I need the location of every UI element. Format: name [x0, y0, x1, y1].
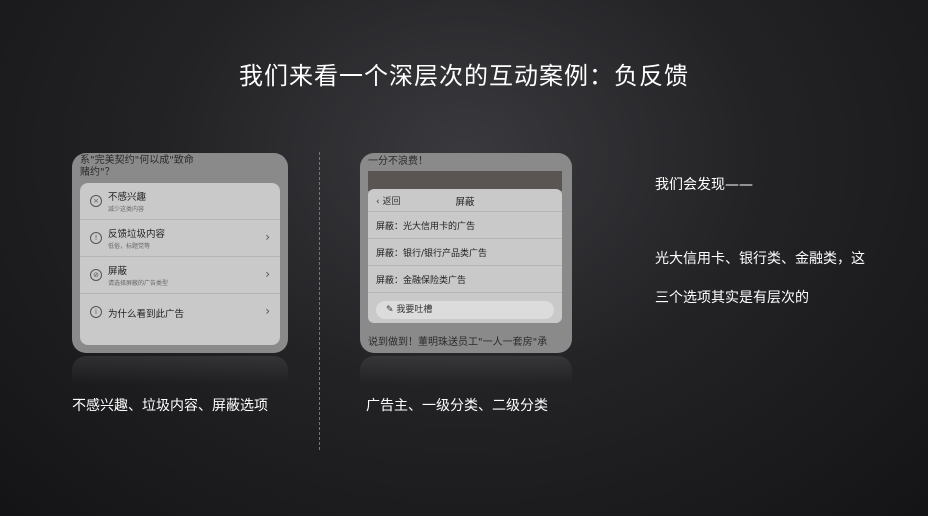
block-submenu: ‹ 返回 屏蔽 屏蔽：光大信用卡的广告 屏蔽：银行/银行产品类广告 屏蔽：金融保… — [368, 189, 562, 323]
chevron-right-icon: › — [265, 267, 270, 281]
dashed-divider — [319, 152, 320, 450]
peek-bottom-text: 说到做到！董明珠送员工"一人一套房"承 — [368, 337, 548, 348]
block-option-level1[interactable]: 屏蔽：银行/银行产品类广告 — [368, 239, 562, 266]
menu-item-label: 反馈垃圾内容 — [108, 229, 166, 240]
peek-headline-line2: 赌约"？ — [80, 167, 115, 178]
block-icon: ⊘ — [90, 269, 102, 281]
option-label: 屏蔽：光大信用卡的广告 — [376, 222, 476, 232]
side-note-line1: 我们会发现—— — [655, 177, 753, 193]
menu-item-sub: 低俗，标题党等 — [108, 243, 151, 250]
right-caption: 广告主、一级分类、二级分类 — [366, 398, 548, 414]
complain-button[interactable]: ✎ 我要吐槽 — [376, 301, 554, 319]
card-reflection — [360, 356, 572, 396]
peek-headline-line1: 系"完美契约"何以成"致命 — [80, 155, 194, 166]
block-submenu-screenshot: 一分不浪费！ ‹ 返回 屏蔽 屏蔽：光大信用卡的广告 屏蔽：银行/银行产品类广告… — [360, 153, 572, 353]
menu-item-not-interested[interactable]: × 不感兴趣 减少这类内容 — [80, 183, 280, 220]
side-note-line3: 三个选项其实是有层次的 — [655, 290, 809, 306]
negative-feedback-menu-screenshot: 系"完美契约"何以成"致命 赌约"？ × 不感兴趣 减少这类内容 ! 反馈垃圾内… — [72, 153, 288, 353]
warning-icon: ! — [90, 232, 102, 244]
card-reflection — [72, 356, 288, 396]
menu-item-sub: 减少这类内容 — [108, 206, 145, 213]
option-label: 屏蔽：银行/银行产品类广告 — [376, 249, 488, 259]
menu-item-why-ad[interactable]: i 为什么看到此广告 › — [80, 294, 280, 330]
menu-item-label: 为什么看到此广告 — [108, 309, 185, 320]
feedback-menu: × 不感兴趣 减少这类内容 ! 反馈垃圾内容 低俗，标题党等 › ⊘ 屏蔽 请选… — [80, 183, 280, 345]
block-option-level2[interactable]: 屏蔽：金融保险类广告 — [368, 266, 562, 293]
side-note-line2: 光大信用卡、银行类、金融类，这 — [655, 251, 865, 267]
chevron-right-icon: › — [265, 230, 270, 244]
option-label: 屏蔽：金融保险类广告 — [376, 276, 467, 286]
menu-item-label: 屏蔽 — [108, 266, 128, 277]
pencil-icon: ✎ — [386, 305, 397, 315]
peek-top-text: 一分不浪费！ — [368, 156, 428, 167]
submenu-title: 屏蔽 — [455, 197, 475, 208]
article-photo — [368, 171, 562, 191]
slide-title: 我们来看一个深层次的互动案例：负反馈 — [239, 62, 689, 90]
chevron-right-icon: › — [265, 304, 270, 318]
menu-item-sub: 请选择屏蔽的广告类型 — [108, 280, 169, 287]
left-caption: 不感兴趣、垃圾内容、屏蔽选项 — [72, 398, 268, 414]
menu-item-report-spam[interactable]: ! 反馈垃圾内容 低俗，标题党等 › — [80, 220, 280, 257]
info-icon: i — [90, 306, 102, 318]
menu-item-label: 不感兴趣 — [108, 192, 147, 203]
menu-item-block[interactable]: ⊘ 屏蔽 请选择屏蔽的广告类型 › — [80, 257, 280, 294]
x-circle-icon: × — [90, 195, 102, 207]
block-option-advertiser[interactable]: 屏蔽：光大信用卡的广告 — [368, 212, 562, 239]
submenu-header: ‹ 返回 屏蔽 — [368, 189, 562, 212]
complain-label: 我要吐槽 — [396, 305, 433, 315]
